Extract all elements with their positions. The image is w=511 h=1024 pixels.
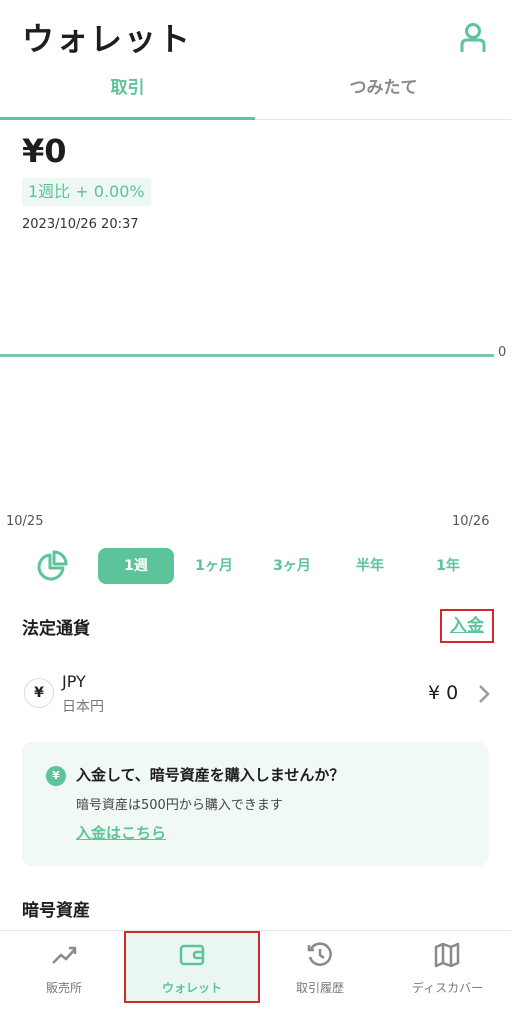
nav-label: 取引履歴 [295, 981, 344, 995]
chart-x-end-label: 10/26 [452, 514, 490, 529]
chart-x-start-label: 10/25 [6, 514, 44, 529]
fiat-section-title: 法定通貨 [22, 619, 90, 639]
nav-label: ディスカバー [411, 981, 484, 995]
balance-chart[interactable]: 0 10/25 10/26 [0, 240, 511, 540]
wallet-icon [178, 941, 206, 969]
period-1-month[interactable]: 1ヶ月 [176, 548, 252, 584]
bottom-nav: 販売所 ウォレット 取引履歴 ディスカバー [0, 930, 511, 1024]
timestamp: 2023/10/26 20:37 [22, 217, 139, 232]
nav-item-discover[interactable]: ディスカバー [384, 931, 511, 1024]
period-selector: 1週 1ヶ月 3ヶ月 半年 1年 [0, 546, 511, 586]
promo-deposit-link[interactable]: 入金はこちら [76, 822, 166, 843]
tab-trade[interactable]: 取引 [0, 70, 255, 120]
currency-name: 日本円 [62, 699, 104, 715]
nav-item-history[interactable]: 取引履歴 [256, 931, 384, 1024]
tab-tsumitate[interactable]: つみたて [256, 70, 511, 120]
weekly-change-badge: 1週比 + 0.00% [22, 178, 151, 206]
currency-amount: ¥ 0 [428, 682, 459, 704]
history-icon [306, 941, 334, 969]
yen-icon: ¥ [24, 678, 54, 708]
trend-chart-icon [50, 941, 78, 969]
deposit-promo-card: ¥ 入金して、暗号資産を購入しませんか？ 暗号資産は500円から購入できます 入… [22, 742, 489, 866]
chart-y-label: 0 [498, 345, 507, 360]
nav-label: 販売所 [45, 981, 82, 995]
promo-subtitle: 暗号資産は500円から購入できます [76, 798, 283, 813]
currency-row-jpy[interactable]: ¥ JPY 日本円 ¥ 0 [0, 666, 511, 722]
wallet-tabs: 取引 つみたて [0, 70, 511, 120]
nav-label: ウォレット [161, 981, 222, 995]
yen-badge-icon: ¥ [46, 766, 66, 786]
period-1-year[interactable]: 1年 [410, 548, 486, 584]
app-header: ウォレット [0, 0, 511, 70]
page-title: ウォレット [22, 20, 193, 58]
person-icon[interactable] [456, 20, 490, 54]
pie-chart-icon[interactable] [36, 550, 68, 582]
promo-title: 入金して、暗号資産を購入しませんか？ [76, 766, 345, 784]
map-icon [433, 941, 461, 969]
chart-series-line [0, 354, 494, 357]
chevron-right-icon [478, 684, 490, 704]
period-1-week[interactable]: 1週 [98, 548, 174, 584]
nav-item-wallet[interactable]: ウォレット [128, 931, 256, 1024]
total-balance: ¥0 [22, 132, 67, 170]
currency-code: JPY [62, 672, 86, 691]
nav-item-exchange[interactable]: 販売所 [0, 931, 128, 1024]
period-half-year[interactable]: 半年 [332, 548, 408, 584]
crypto-section-title: 暗号資産 [22, 901, 90, 921]
period-3-months[interactable]: 3ヶ月 [254, 548, 330, 584]
deposit-link[interactable]: 入金 [440, 609, 494, 643]
